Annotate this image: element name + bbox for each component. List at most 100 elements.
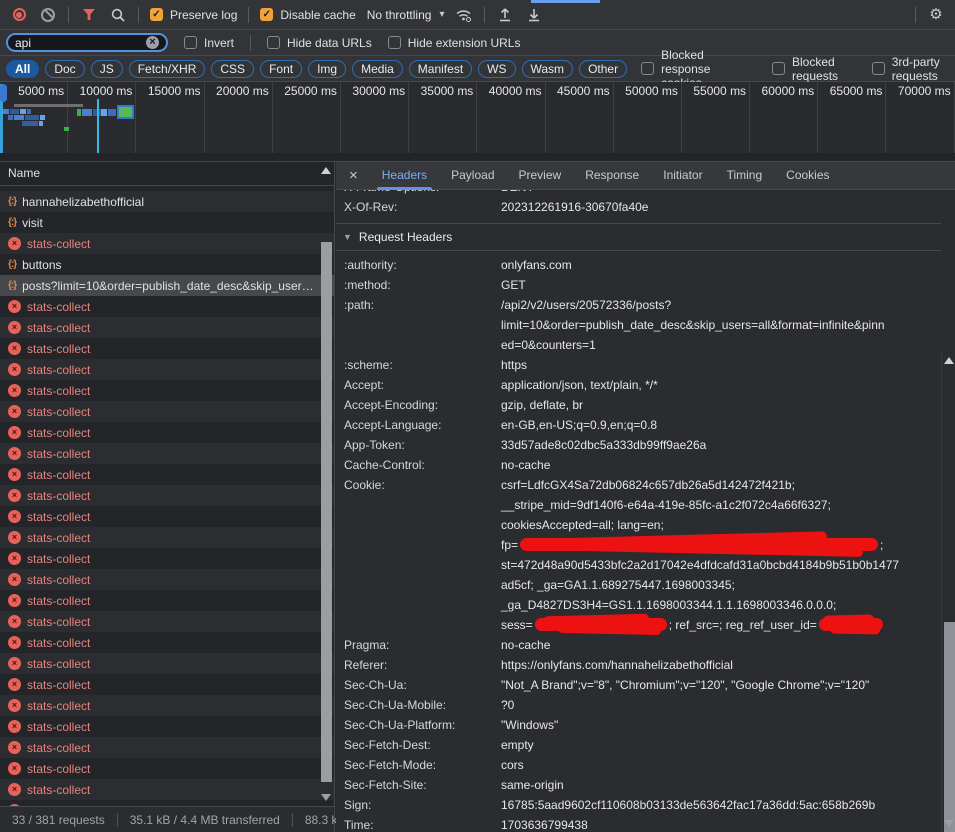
hide-extension-urls-checkbox[interactable] xyxy=(388,36,401,49)
timeline-overview[interactable]: 5000 ms10000 ms15000 ms20000 ms25000 ms3… xyxy=(0,82,955,162)
scroll-up-icon[interactable] xyxy=(944,357,954,364)
scroll-down-icon[interactable] xyxy=(321,794,331,801)
request-row[interactable]: {:}hannahelizabethofficial xyxy=(0,191,334,212)
filter-pill-doc[interactable]: Doc xyxy=(45,60,84,78)
filter-toggle-button[interactable] xyxy=(80,6,98,24)
filter-pill-fetch-xhr[interactable]: Fetch/XHR xyxy=(129,60,206,78)
request-row[interactable]: ×stats-collect xyxy=(0,233,334,254)
filter-pill-manifest[interactable]: Manifest xyxy=(409,60,472,78)
hide-extension-urls-toggle[interactable]: Hide extension URLs xyxy=(388,36,521,50)
details-scrollbar[interactable] xyxy=(941,352,955,832)
header-value-line: sess=; ref_src=; reg_ref_user_id= xyxy=(501,615,941,635)
error-icon: × xyxy=(8,678,21,691)
request-row[interactable]: ×stats-collect xyxy=(0,632,334,653)
toolbar-separator xyxy=(250,35,251,51)
request-row[interactable]: ×stats-collect xyxy=(0,317,334,338)
tab-timing[interactable]: Timing xyxy=(727,162,763,190)
filter-pill-other[interactable]: Other xyxy=(579,60,627,78)
filter-pill-css[interactable]: CSS xyxy=(211,60,254,78)
timeline-column: 10000 ms xyxy=(68,82,136,161)
checkbox-icon[interactable] xyxy=(772,62,785,75)
record-button[interactable] xyxy=(10,6,28,24)
preserve-log-toggle[interactable]: ✓ Preserve log xyxy=(150,8,237,22)
request-row[interactable]: ×stats-collect xyxy=(0,695,334,716)
request-row[interactable]: ×stats-collect xyxy=(0,527,334,548)
header-value: "Windows" xyxy=(501,715,941,735)
request-row[interactable]: ×stats-collect xyxy=(0,443,334,464)
blocked-requests-toggle[interactable]: Blocked requests xyxy=(772,55,846,83)
network-conditions-button[interactable] xyxy=(455,6,473,24)
close-icon[interactable]: × xyxy=(349,168,358,183)
request-row[interactable]: ×stats-collect xyxy=(0,359,334,380)
timeline-scale: 5000 ms10000 ms15000 ms20000 ms25000 ms3… xyxy=(0,82,955,161)
timeline-column: 45000 ms xyxy=(546,82,614,161)
hide-data-urls-checkbox[interactable] xyxy=(267,36,280,49)
tab-headers[interactable]: Headers xyxy=(382,162,427,190)
scrollbar-thumb[interactable] xyxy=(944,622,955,832)
filter-pill-all[interactable]: All xyxy=(6,60,39,78)
request-row[interactable]: ×stats-collect xyxy=(0,674,334,695)
header-entry: Sec-Fetch-Site:same-origin xyxy=(336,775,941,795)
request-row[interactable]: ×stats-collect xyxy=(0,758,334,779)
checkbox-icon[interactable] xyxy=(641,62,654,75)
overview-drag-handle[interactable] xyxy=(0,84,7,102)
header-name: App-Token: xyxy=(344,435,501,455)
clear-button[interactable] xyxy=(39,6,57,24)
timeline-tick-label: 5000 ms xyxy=(0,82,67,98)
checkbox-icon[interactable] xyxy=(872,62,885,75)
filter-pill-media[interactable]: Media xyxy=(352,60,403,78)
request-row[interactable]: ×stats-collect xyxy=(0,590,334,611)
request-row[interactable]: ×stats-collect xyxy=(0,296,334,317)
request-row[interactable]: ×stats-collect xyxy=(0,716,334,737)
request-row[interactable]: ×stats-collect xyxy=(0,338,334,359)
tab-response[interactable]: Response xyxy=(585,162,639,190)
scroll-down-icon[interactable] xyxy=(944,820,954,827)
request-row[interactable]: ×stats-collect xyxy=(0,779,334,800)
request-row[interactable]: {:}posts?limit=10&order=publish_date_des… xyxy=(0,275,334,296)
filter-pill-js[interactable]: JS xyxy=(91,60,123,78)
3rd-party-requests-toggle[interactable]: 3rd-party requests xyxy=(872,55,949,83)
tab-cookies[interactable]: Cookies xyxy=(786,162,829,190)
hide-data-urls-toggle[interactable]: Hide data URLs xyxy=(267,36,372,50)
request-headers-section-header[interactable]: ▼ Request Headers xyxy=(336,224,941,250)
search-button[interactable] xyxy=(109,6,127,24)
request-row[interactable]: ×stats-collect xyxy=(0,611,334,632)
filter-pill-wasm[interactable]: Wasm xyxy=(522,60,574,78)
tab-payload[interactable]: Payload xyxy=(451,162,494,190)
preserve-log-checkbox[interactable]: ✓ xyxy=(150,8,163,21)
request-list-scrollbar[interactable] xyxy=(320,162,333,806)
throttling-select[interactable]: No throttling ▾ xyxy=(367,8,445,22)
export-har-button[interactable] xyxy=(525,6,543,24)
tab-preview[interactable]: Preview xyxy=(519,162,562,190)
request-row[interactable]: ×stats-collect xyxy=(0,401,334,422)
request-row[interactable]: ×stats-collect xyxy=(0,737,334,758)
invert-checkbox[interactable] xyxy=(184,36,197,49)
timeline-column: 65000 ms xyxy=(818,82,886,161)
request-row[interactable]: ×stats-collect xyxy=(0,548,334,569)
tab-initiator[interactable]: Initiator xyxy=(663,162,702,190)
request-row[interactable]: ×stats-collect xyxy=(0,485,334,506)
request-row[interactable]: ×stats-collect xyxy=(0,653,334,674)
request-row[interactable]: ×stats-collect xyxy=(0,464,334,485)
filter-input[interactable]: api × xyxy=(6,33,168,52)
request-row[interactable]: {:}visit xyxy=(0,212,334,233)
error-icon: × xyxy=(8,762,21,775)
header-value-line: /api2/v2/users/20572336/posts? xyxy=(501,295,941,315)
request-row[interactable]: ×stats-collect xyxy=(0,506,334,527)
filter-pill-font[interactable]: Font xyxy=(260,60,302,78)
settings-button[interactable]: ⚙ xyxy=(927,6,945,24)
request-row[interactable]: ×stats-collect xyxy=(0,422,334,443)
request-row[interactable]: {:}buttons xyxy=(0,254,334,275)
disable-cache-toggle[interactable]: ✓ Disable cache xyxy=(260,8,355,22)
name-column-header[interactable]: Name xyxy=(0,162,334,186)
invert-toggle[interactable]: Invert xyxy=(184,36,234,50)
request-row[interactable]: ×stats-collect xyxy=(0,380,334,401)
filter-pill-ws[interactable]: WS xyxy=(478,60,515,78)
scroll-up-icon[interactable] xyxy=(321,167,331,174)
filter-pill-img[interactable]: Img xyxy=(308,60,346,78)
disable-cache-checkbox[interactable]: ✓ xyxy=(260,8,273,21)
clear-filter-icon[interactable]: × xyxy=(146,36,159,49)
request-row[interactable]: ×stats-collect xyxy=(0,569,334,590)
import-har-button[interactable] xyxy=(496,6,514,24)
scrollbar-thumb[interactable] xyxy=(321,242,332,782)
